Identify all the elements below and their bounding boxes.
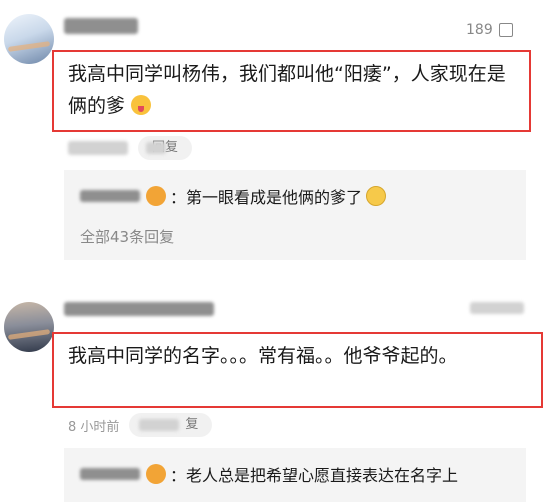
replier-badge-icon [146, 186, 166, 206]
blurred-timestamp [68, 141, 128, 155]
avatar[interactable] [4, 302, 54, 352]
all-replies-link[interactable]: 全部43条回复 [80, 226, 174, 247]
comment-text-highlight: 我高中同学的名字。。。常有福。。他爷爷起的。 [52, 332, 543, 408]
comment-time: 8 小时前 [68, 419, 120, 435]
blurred-replier-name[interactable] [80, 188, 142, 204]
comment-meta: 回复 [68, 136, 193, 160]
like-counter[interactable]: 189 [466, 22, 513, 38]
reply-preview-text: ：老人总是把希望心愿直接表达在名字上 [170, 466, 459, 485]
reply-button[interactable]: 回复 [138, 136, 193, 160]
comment-meta: 8 小时前 复 [68, 413, 213, 437]
reply-preview-box[interactable]: ：第一眼看成是他俩的爹了 全部43条回复 [64, 170, 526, 260]
avatar[interactable] [4, 14, 54, 64]
comment-text-highlight: 我高中同学叫杨伟，我们都叫他“阳痿”，人家现在是俩的爹 [52, 50, 531, 132]
wink-tongue-emoji-icon [131, 95, 152, 115]
blurred-username[interactable] [64, 18, 138, 34]
blurred-like-counter[interactable] [470, 302, 524, 314]
reply-preview-line: ：第一眼看成是他俩的爹了 [80, 184, 387, 208]
like-count: 189 [466, 22, 493, 38]
reply-preview-text: ：第一眼看成是他俩的爹了 [170, 188, 363, 207]
comment-text: 我高中同学的名字。。。常有福。。他爷爷起的。 [68, 345, 458, 367]
smile-emoji-icon [366, 186, 387, 206]
reply-preview-line: ：老人总是把希望心愿直接表达在名字上 [80, 462, 458, 486]
replier-badge-icon [146, 464, 166, 484]
reply-button-label: 复 [185, 417, 199, 432]
thumb-up-icon[interactable] [498, 23, 513, 37]
blurred-replier-name[interactable] [80, 466, 142, 482]
reply-preview-box[interactable]: ：老人总是把希望心愿直接表达在名字上 [64, 448, 526, 502]
blurred-username[interactable] [64, 302, 214, 316]
reply-button[interactable]: 复 [129, 413, 213, 437]
